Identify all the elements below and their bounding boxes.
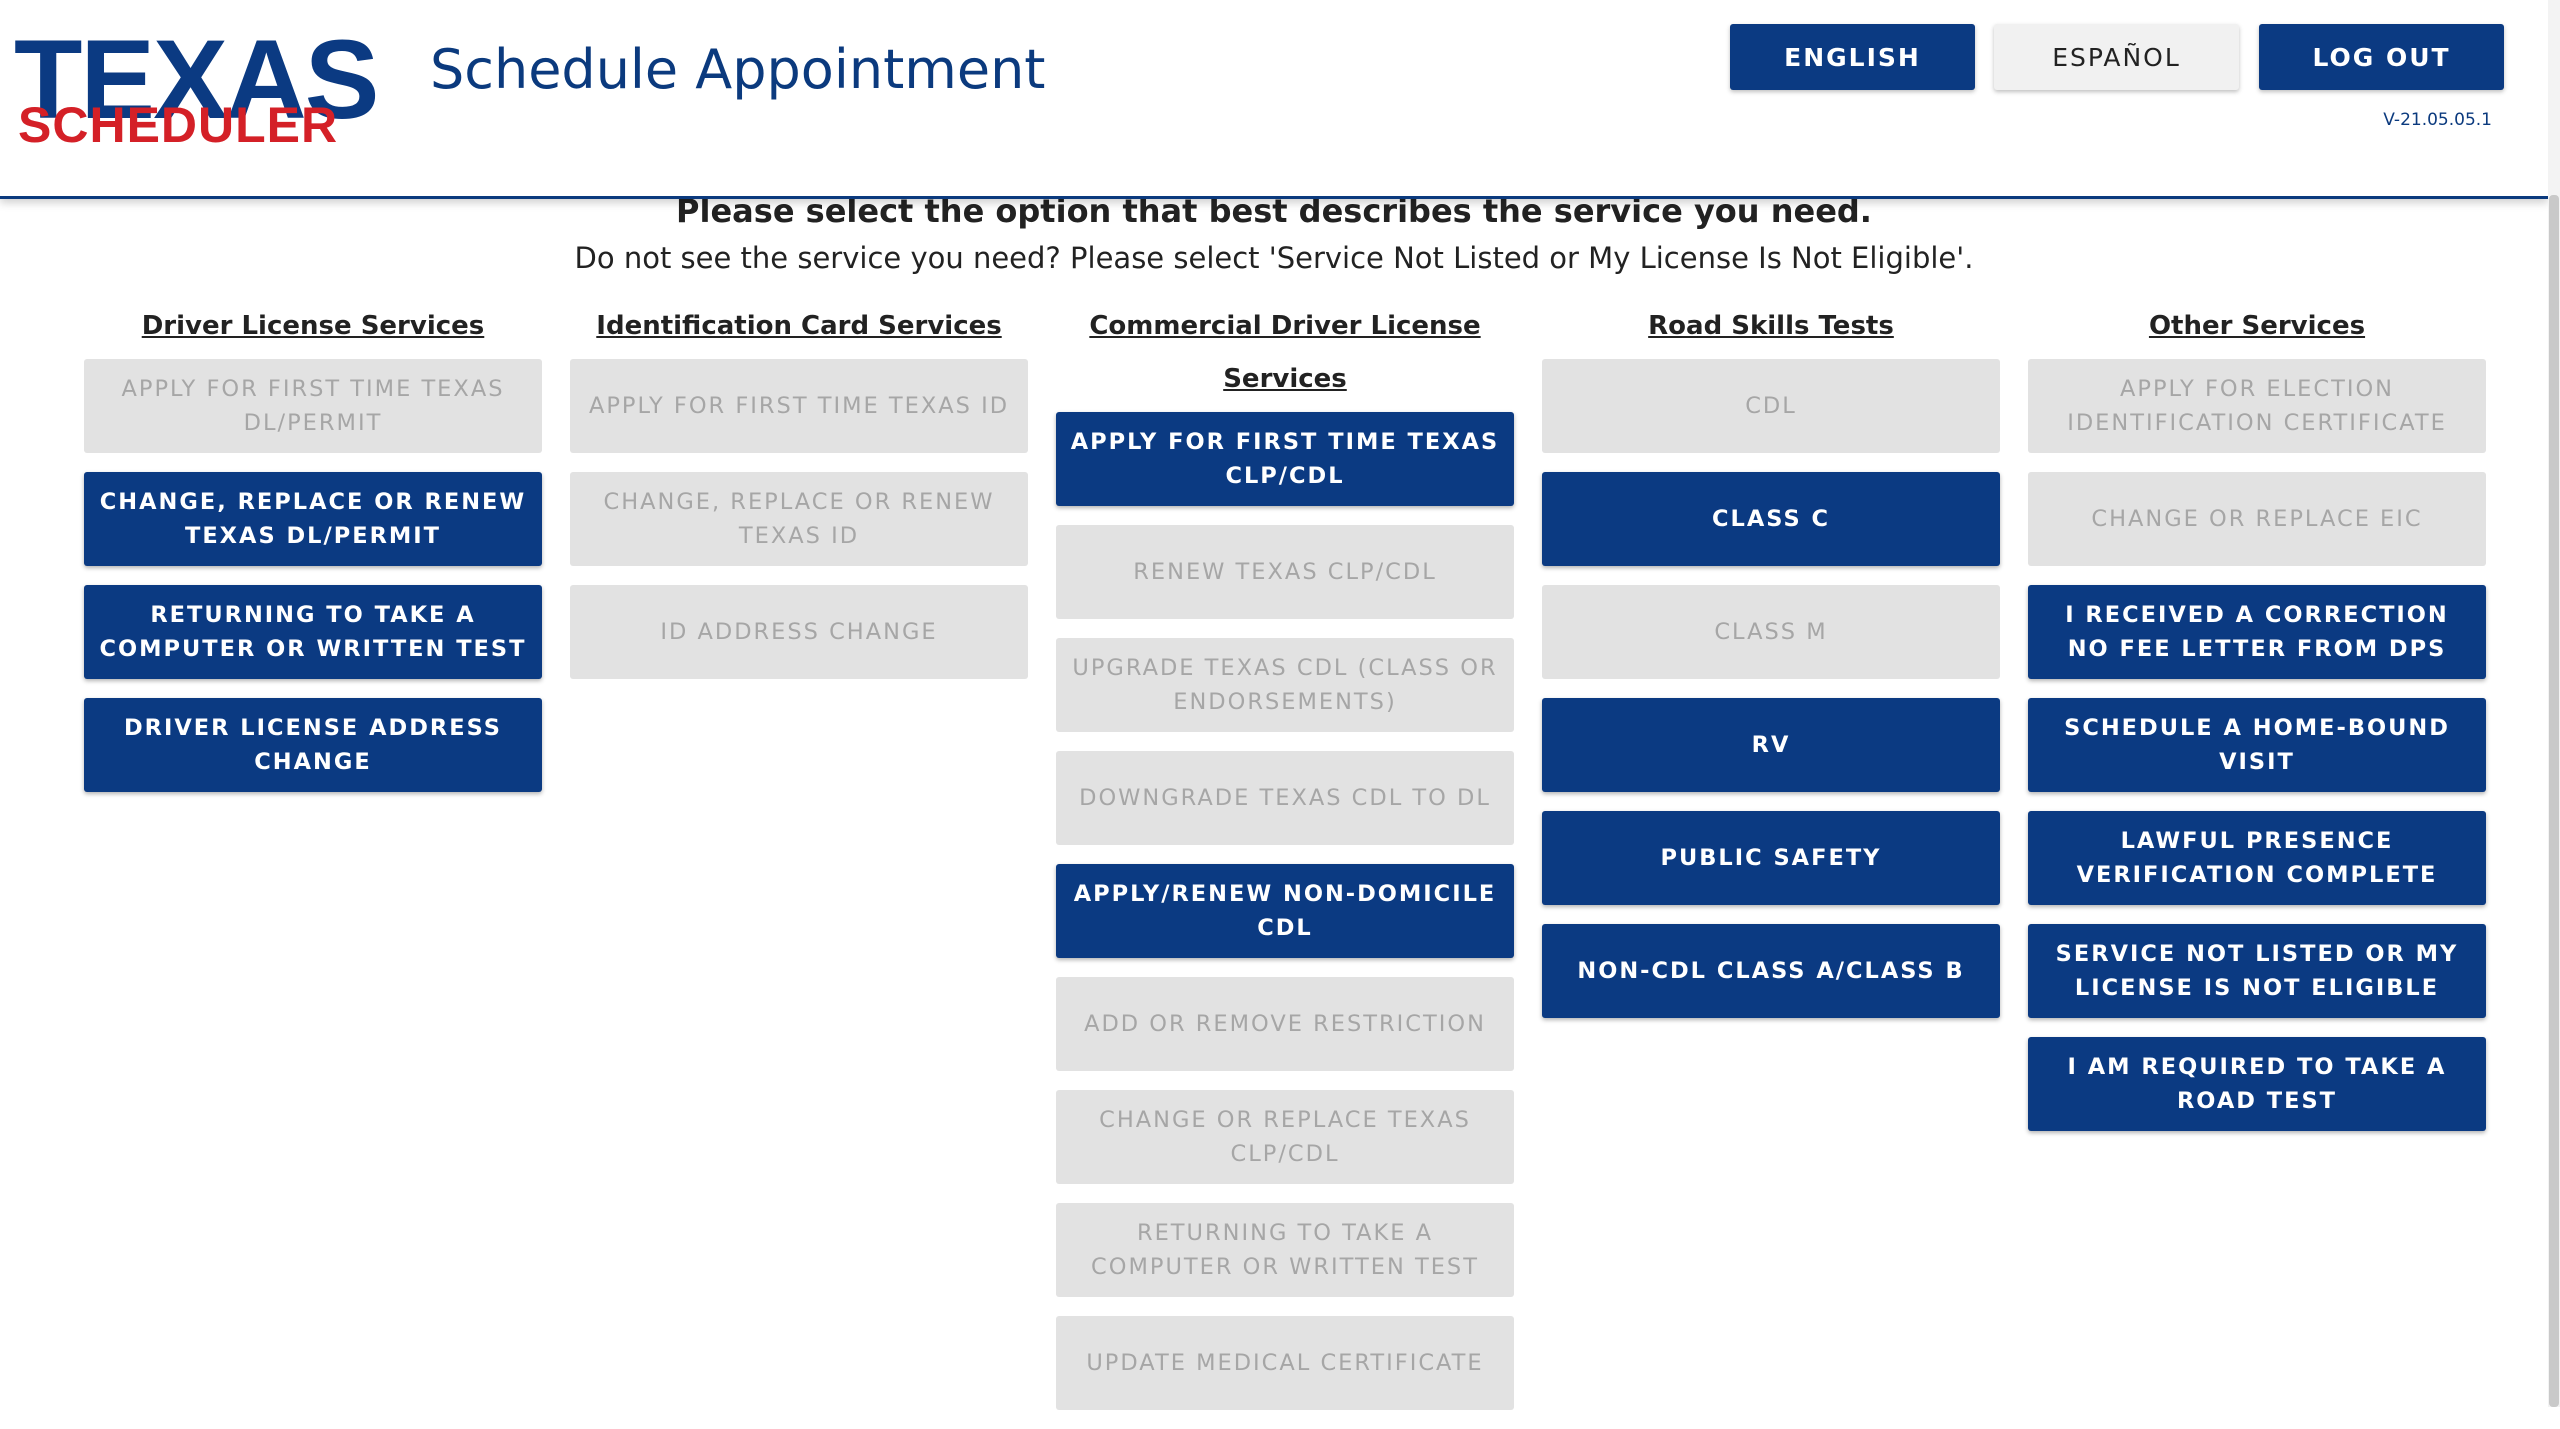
service-button[interactable]: RETURNING TO TAKE A COMPUTER OR WRITTEN … xyxy=(84,585,542,679)
service-button: DOWNGRADE TEXAS CDL TO DL xyxy=(1056,751,1514,845)
column-heading: Identification Card Services xyxy=(596,311,1002,341)
service-button[interactable]: RV xyxy=(1542,698,2000,792)
service-button[interactable]: LAWFUL PRESENCE VERIFICATION COMPLETE xyxy=(2028,811,2486,905)
page-scrollbar[interactable] xyxy=(2548,0,2560,1407)
service-button: RENEW TEXAS CLP/CDL xyxy=(1056,525,1514,619)
version-label: V-21.05.05.1 xyxy=(2383,110,2492,130)
service-button: APPLY FOR FIRST TIME TEXAS ID xyxy=(570,359,1028,453)
column-identification-card: Identification Card Services APPLY FOR F… xyxy=(570,300,1028,698)
page-title: Schedule Appointment xyxy=(430,38,1046,101)
service-button: RETURNING TO TAKE A COMPUTER OR WRITTEN … xyxy=(1056,1203,1514,1297)
service-button[interactable]: NON-CDL CLASS A/CLASS B xyxy=(1542,924,2000,1018)
service-button[interactable]: SCHEDULE A HOME-BOUND VISIT xyxy=(2028,698,2486,792)
column-heading: Other Services xyxy=(2148,311,2366,341)
scrollbar-thumb[interactable] xyxy=(2549,195,2559,1407)
texas-scheduler-logo[interactable]: TEXAS SCHEDULER xyxy=(14,24,394,151)
service-button[interactable]: SERVICE NOT LISTED OR MY LICENSE IS NOT … xyxy=(2028,924,2486,1018)
service-subprompt: Do not see the service you need? Please … xyxy=(574,241,1974,275)
service-button: ID ADDRESS CHANGE xyxy=(570,585,1028,679)
column-heading: Commercial Driver License Services xyxy=(1089,311,1481,394)
service-button[interactable]: CHANGE, REPLACE OR RENEW TEXAS DL/PERMIT xyxy=(84,472,542,566)
service-button[interactable]: I AM REQUIRED TO TAKE A ROAD TEST xyxy=(2028,1037,2486,1131)
column-road-skills-tests: Road Skills Tests CDL CLASS C CLASS M RV… xyxy=(1542,300,2000,1037)
column-heading: Road Skills Tests xyxy=(1648,311,1894,341)
app-header: TEXAS SCHEDULER Schedule Appointment ENG… xyxy=(0,0,2548,199)
service-button[interactable]: APPLY FOR FIRST TIME TEXAS CLP/CDL xyxy=(1056,412,1514,506)
column-commercial-driver-license: Commercial Driver License Services APPLY… xyxy=(1056,300,1514,1429)
service-button: UPGRADE TEXAS CDL (CLASS OR ENDORSEMENTS… xyxy=(1056,638,1514,732)
service-button: CLASS M xyxy=(1542,585,2000,679)
column-other-services: Other Services APPLY FOR ELECTION IDENTI… xyxy=(2028,300,2486,1150)
english-button[interactable]: ENGLISH xyxy=(1730,24,1975,90)
logout-button[interactable]: LOG OUT xyxy=(2259,24,2504,90)
column-driver-license: Driver License Services APPLY FOR FIRST … xyxy=(84,300,542,811)
service-button: CHANGE OR REPLACE TEXAS CLP/CDL xyxy=(1056,1090,1514,1184)
column-heading: Driver License Services xyxy=(141,311,485,341)
service-button: UPDATE MEDICAL CERTIFICATE xyxy=(1056,1316,1514,1410)
service-button[interactable]: I RECEIVED A CORRECTION NO FEE LETTER FR… xyxy=(2028,585,2486,679)
service-button: CHANGE, REPLACE OR RENEW TEXAS ID xyxy=(570,472,1028,566)
service-button[interactable]: APPLY/RENEW NON-DOMICILE CDL xyxy=(1056,864,1514,958)
espanol-button[interactable]: ESPAÑOL xyxy=(1994,24,2239,90)
service-button: CHANGE OR REPLACE EIC xyxy=(2028,472,2486,566)
service-button: ADD OR REMOVE RESTRICTION xyxy=(1056,977,1514,1071)
service-button: APPLY FOR FIRST TIME TEXAS DL/PERMIT xyxy=(84,359,542,453)
service-button: CDL xyxy=(1542,359,2000,453)
logo-scheduler-text: SCHEDULER xyxy=(18,97,339,153)
service-button[interactable]: PUBLIC SAFETY xyxy=(1542,811,2000,905)
service-button: APPLY FOR ELECTION IDENTIFICATION CERTIF… xyxy=(2028,359,2486,453)
service-button[interactable]: DRIVER LICENSE ADDRESS CHANGE xyxy=(84,698,542,792)
service-button[interactable]: CLASS C xyxy=(1542,472,2000,566)
